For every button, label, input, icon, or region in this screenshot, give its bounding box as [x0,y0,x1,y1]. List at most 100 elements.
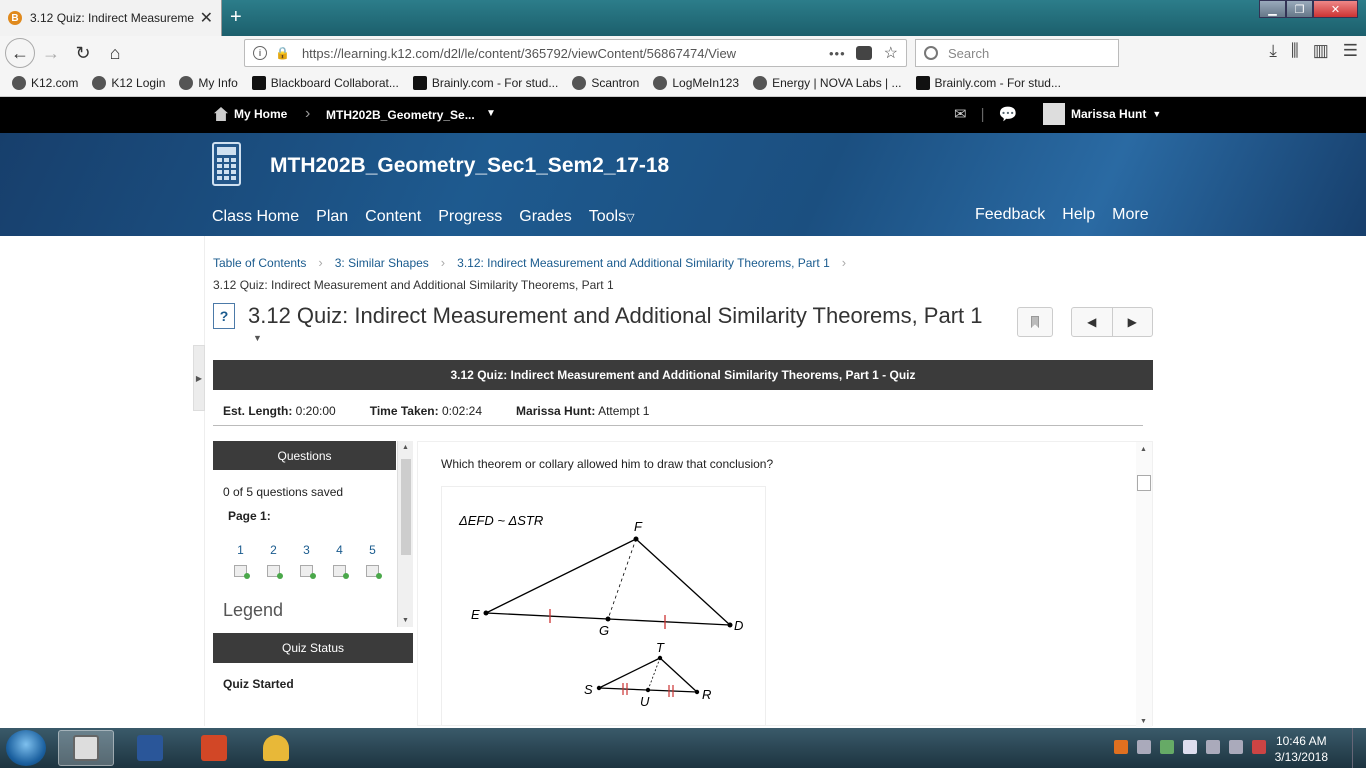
info-icon[interactable]: i [253,46,267,60]
question-link[interactable]: 5 [366,543,382,579]
bookmark-item[interactable]: Brainly.com - For stud... [915,76,1061,90]
subscriptions-icon[interactable]: 💬 [998,105,1017,123]
new-tab-icon[interactable]: + [230,6,242,29]
sidebar-icon[interactable]: ▥ [1313,41,1329,61]
nav-help[interactable]: Help [1062,206,1095,224]
forward-icon[interactable]: → [35,38,67,68]
taskbar-app-powerpoint[interactable] [186,730,242,766]
taskbar-app-security[interactable] [248,730,304,766]
question-link[interactable]: 4 [333,543,349,579]
maximize-icon[interactable]: ❐ [1286,0,1313,18]
show-desktop-button[interactable] [1352,728,1366,768]
next-topic-button[interactable]: ▶ [1113,308,1153,336]
nav-plan[interactable]: Plan [316,208,348,226]
course-nav: Class Home Plan Content Progress Grades … [212,208,635,226]
tray-app-icon[interactable] [1183,740,1197,754]
question-link[interactable]: 2 [267,543,283,579]
title-menu-chevron-icon[interactable]: ▼ [253,333,262,343]
device-icon[interactable] [1206,740,1220,754]
bookmark-item[interactable]: Scantron [572,76,639,90]
bookmark-item[interactable]: Brainly.com - For stud... [412,76,559,90]
taskbar-app-explorer[interactable] [58,730,114,766]
bookmark-item[interactable]: Energy | NOVA Labs | ... [753,76,902,90]
nav-tools[interactable]: Tools▽ [589,208,635,226]
volume-icon[interactable] [1137,740,1151,754]
scroll-thumb[interactable] [1137,475,1151,491]
segment-tr [659,657,698,693]
minimize-icon[interactable]: ▁ [1259,0,1286,18]
search-input[interactable]: Search [915,39,1119,67]
content-scrollbar[interactable]: ▲ ▼ [1136,442,1152,727]
browser-tab[interactable]: B 3.12 Quiz: Indirect Measuremen ✕ [0,0,222,36]
back-icon[interactable]: ← [5,38,35,68]
question-number: 4 [336,543,343,557]
quiz-meta: Est. Length: 0:20:00 Time Taken: 0:02:24… [223,404,649,418]
bookmark-item[interactable]: K12.com [12,76,78,90]
time-taken: Time Taken: 0:02:24 [370,404,482,418]
scroll-up-icon[interactable]: ▲ [402,444,409,451]
bookmark-star-icon[interactable]: ☆ [884,43,898,63]
scroll-down-icon[interactable]: ▼ [402,617,409,624]
network-icon[interactable] [1229,740,1243,754]
mute-icon[interactable] [1252,740,1266,754]
question-link[interactable]: 1 [234,543,250,579]
message-alerts-icon[interactable]: ✉ [954,105,967,123]
previous-topic-button[interactable]: ◀ [1072,308,1113,336]
home-icon[interactable]: ⌂ [99,38,131,68]
tray-app-icon[interactable] [1114,740,1128,754]
lock-icon [263,735,289,761]
bookmark-button[interactable] [1017,307,1053,337]
page-actions-icon[interactable]: ••• [829,46,846,61]
bookmark-item[interactable]: LogMeIn123 [653,76,739,90]
scroll-up-icon[interactable]: ▲ [1140,446,1147,453]
user-menu[interactable]: Marissa Hunt ▼ [1043,103,1161,125]
bookmark-label: Brainly.com - For stud... [431,76,559,90]
current-page-crumb: 3.12 Quiz: Indirect Measurement and Addi… [213,278,614,292]
close-tab-icon[interactable]: ✕ [200,8,213,28]
clock[interactable]: 10:46 AM 3/13/2018 [1275,733,1328,765]
question-number: 5 [369,543,376,557]
reload-icon[interactable]: ↻ [67,38,99,68]
globe-icon [12,76,26,90]
nav-more[interactable]: More [1112,206,1148,224]
questions-scrollbar[interactable]: ▲ ▼ [397,441,413,627]
segment-ef [485,538,637,614]
pocket-icon[interactable] [855,46,872,60]
nav-grades[interactable]: Grades [519,208,571,226]
toolbar-right: ⤓ ⫼ ▥ ☰ [1269,41,1358,61]
unanswered-icon [267,565,283,579]
question-link[interactable]: 3 [300,543,316,579]
download-icon[interactable]: ⤓ [1269,41,1277,61]
close-window-icon[interactable]: ✕ [1313,0,1358,18]
scroll-thumb[interactable] [401,459,411,555]
question-list: 1 2 3 4 5 [234,543,382,579]
unanswered-icon [234,565,250,579]
nav-feedback[interactable]: Feedback [975,206,1045,224]
tray-app-icon[interactable] [1160,740,1174,754]
bookmark-label: My Info [198,76,238,90]
start-button[interactable] [6,730,46,766]
nav-class-home[interactable]: Class Home [212,208,299,226]
bookmark-item[interactable]: K12 Login [92,76,165,90]
my-home-link[interactable]: My Home [214,107,287,121]
browser-nav-bar: ← → ↻ ⌂ i 🔒 https://learning.k12.com/d2l… [0,36,1366,70]
breadcrumb-item[interactable]: 3: Similar Shapes [335,256,429,270]
bookmark-item[interactable]: My Info [179,76,238,90]
bookmark-item[interactable]: Blackboard Collaborat... [251,76,399,90]
scroll-down-icon[interactable]: ▼ [1140,718,1147,725]
toc-toggle[interactable]: ▶ [193,345,205,411]
nav-progress[interactable]: Progress [438,208,502,226]
breadcrumb-item[interactable]: Table of Contents [213,256,306,270]
toc-divider [204,236,205,726]
url-text[interactable]: https://learning.k12.com/d2l/le/content/… [302,46,829,61]
chevron-down-icon[interactable]: ▼ [486,108,496,119]
breadcrumb-item[interactable]: 3.12: Indirect Measurement and Additiona… [457,256,830,270]
menu-icon[interactable]: ☰ [1343,41,1358,61]
nav-content[interactable]: Content [365,208,421,226]
nav-tools-label: Tools [588,208,627,225]
est-length-value: 0:20:00 [295,404,336,418]
course-selector[interactable]: MTH202B_Geometry_Se... [326,108,475,122]
url-bar[interactable]: i 🔒 https://learning.k12.com/d2l/le/cont… [244,39,907,67]
library-icon[interactable]: ⫼ [1291,41,1299,61]
taskbar-app-word[interactable] [122,730,178,766]
